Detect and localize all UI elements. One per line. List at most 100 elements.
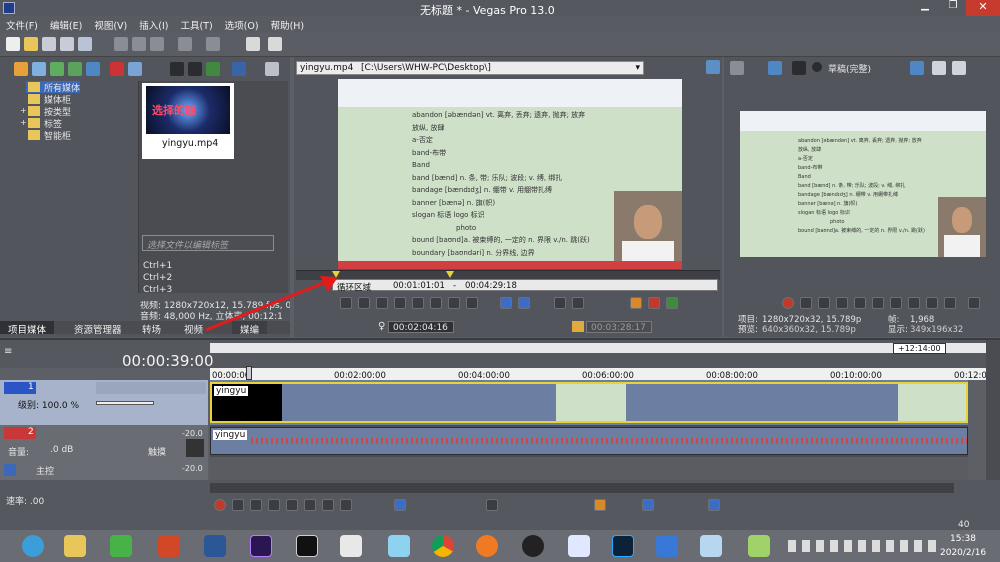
save-as-icon[interactable] bbox=[60, 37, 74, 51]
go-start-icon[interactable] bbox=[322, 499, 334, 511]
menu-file[interactable]: 文件(F) bbox=[0, 16, 44, 32]
menu-options[interactable]: 选项(O) bbox=[219, 16, 265, 32]
word-icon[interactable] bbox=[204, 535, 226, 557]
go-start-icon[interactable] bbox=[890, 297, 902, 309]
tab-explorer[interactable]: 资源管理器 bbox=[66, 321, 130, 336]
app-icon[interactable] bbox=[700, 535, 722, 557]
fx-icon[interactable] bbox=[792, 61, 806, 75]
auto-ripple-icon[interactable] bbox=[708, 499, 720, 511]
stop-icon[interactable] bbox=[304, 499, 316, 511]
menu-insert[interactable]: 插入(I) bbox=[133, 16, 174, 32]
browser-360-icon[interactable] bbox=[22, 535, 44, 557]
timeline-options-icon[interactable]: ≡ bbox=[4, 346, 12, 357]
expand-icon[interactable]: + bbox=[20, 118, 27, 127]
auto-preview-icon[interactable] bbox=[206, 62, 220, 76]
paste-icon[interactable] bbox=[150, 37, 164, 51]
cut-icon[interactable] bbox=[114, 37, 128, 51]
overwrite-icon[interactable] bbox=[518, 297, 530, 309]
copy-icon[interactable] bbox=[132, 37, 146, 51]
play-icon[interactable] bbox=[376, 297, 388, 309]
loop-icon[interactable] bbox=[232, 499, 244, 511]
normal-edit-tool-icon[interactable] bbox=[394, 499, 406, 511]
media-item[interactable]: 选择的题 yingyu.mp4 bbox=[142, 83, 234, 159]
play-icon[interactable] bbox=[170, 62, 184, 76]
pause-icon[interactable] bbox=[394, 297, 406, 309]
fullscreen-icon[interactable] bbox=[968, 297, 980, 309]
tag-input[interactable]: 选择文件以编辑标签 bbox=[142, 235, 274, 251]
trimmer-file-dropdown[interactable]: yingyu.mp4 [C:\Users\WHW-PC\Desktop\] ▾ bbox=[296, 61, 644, 75]
render-icon[interactable] bbox=[78, 37, 92, 51]
expand-icon[interactable]: + bbox=[20, 106, 27, 115]
pause-icon[interactable] bbox=[286, 499, 298, 511]
wps-icon[interactable] bbox=[656, 535, 678, 557]
open-folder-icon[interactable] bbox=[24, 37, 38, 51]
redo-icon[interactable] bbox=[206, 37, 220, 51]
add-to-timeline-icon[interactable] bbox=[500, 297, 512, 309]
marker-icon[interactable] bbox=[630, 297, 642, 309]
stop-icon[interactable] bbox=[188, 62, 202, 76]
undo-icon[interactable] bbox=[178, 37, 192, 51]
tree-item-smart-bins[interactable]: 智能柜 bbox=[26, 129, 71, 142]
save-snapshot-icon[interactable] bbox=[952, 61, 966, 75]
tab-transitions[interactable]: 转场 bbox=[134, 321, 169, 336]
feishu-icon[interactable] bbox=[568, 535, 590, 557]
chrome-icon[interactable] bbox=[432, 535, 454, 557]
get-media-icon[interactable] bbox=[50, 62, 64, 76]
play-from-start-icon[interactable] bbox=[818, 297, 830, 309]
media-fx-icon[interactable] bbox=[128, 62, 142, 76]
premiere-icon[interactable] bbox=[250, 535, 272, 557]
import-icon[interactable] bbox=[14, 62, 28, 76]
tree-item-all-media[interactable]: 所有媒体 bbox=[26, 81, 81, 94]
audio-event-clip[interactable]: yingyu bbox=[210, 427, 968, 455]
tab-project-media[interactable]: 项目媒体 bbox=[0, 321, 55, 336]
copy-snapshot-icon[interactable] bbox=[932, 61, 946, 75]
qq-app-icon[interactable] bbox=[388, 535, 410, 557]
menu-help[interactable]: 帮助(H) bbox=[265, 16, 311, 32]
new-file-icon[interactable] bbox=[6, 37, 20, 51]
mark-out-icon[interactable] bbox=[572, 297, 584, 309]
quality-dropdown[interactable]: 草稿(完整) bbox=[812, 61, 902, 75]
go-end-icon[interactable] bbox=[466, 297, 478, 309]
playhead-icon[interactable] bbox=[246, 366, 252, 380]
cd-marker-icon[interactable] bbox=[666, 297, 678, 309]
powerpoint-icon[interactable] bbox=[158, 535, 180, 557]
next-frame-icon[interactable] bbox=[448, 297, 460, 309]
minimize-button[interactable]: ▁ bbox=[912, 0, 938, 16]
snapping-icon[interactable] bbox=[642, 499, 654, 511]
views-icon[interactable] bbox=[232, 62, 246, 76]
prev-frame-icon[interactable] bbox=[430, 297, 442, 309]
play-from-start-icon[interactable] bbox=[250, 499, 262, 511]
wechat-icon[interactable] bbox=[110, 535, 132, 557]
loop-icon[interactable] bbox=[800, 297, 812, 309]
record-icon[interactable] bbox=[214, 499, 226, 511]
loop-end-marker-icon[interactable] bbox=[446, 271, 454, 278]
menu-edit[interactable]: 编辑(E) bbox=[44, 16, 88, 32]
stop-icon[interactable] bbox=[872, 297, 884, 309]
firefox-icon[interactable] bbox=[476, 535, 498, 557]
qq-icon[interactable] bbox=[522, 535, 544, 557]
timeline-marker-bar[interactable] bbox=[210, 343, 986, 353]
trimmer-length-field[interactable]: 00:03:28:17 bbox=[586, 321, 652, 333]
menu-view[interactable]: 视图(V) bbox=[88, 16, 133, 32]
pause-icon[interactable] bbox=[854, 297, 866, 309]
track-icons[interactable] bbox=[96, 382, 206, 394]
delete-icon[interactable] bbox=[486, 499, 498, 511]
timeline-hscroll[interactable] bbox=[210, 483, 954, 493]
refresh-icon[interactable] bbox=[68, 62, 82, 76]
search-media-icon[interactable] bbox=[86, 62, 100, 76]
play-icon[interactable] bbox=[268, 499, 280, 511]
trimmer-position-field[interactable]: 00:02:04:16 bbox=[388, 321, 454, 333]
tree-item-bins[interactable]: 媒体柜 bbox=[26, 93, 71, 106]
stop-icon[interactable] bbox=[412, 297, 424, 309]
search-icon[interactable] bbox=[265, 62, 279, 76]
timeline-ruler[interactable]: 00:00:00 00:02:00:00 00:04:00:00 00:06:0… bbox=[210, 368, 992, 381]
play-icon[interactable] bbox=[836, 297, 848, 309]
file-explorer-icon[interactable] bbox=[64, 535, 86, 557]
remove-icon[interactable] bbox=[110, 62, 124, 76]
level-slider[interactable] bbox=[96, 401, 154, 405]
play-from-start-icon[interactable] bbox=[358, 297, 370, 309]
restore-button[interactable]: ❐ bbox=[940, 0, 966, 16]
overlays-icon[interactable] bbox=[910, 61, 924, 75]
region-icon[interactable] bbox=[648, 297, 660, 309]
mark-in-icon[interactable] bbox=[554, 297, 566, 309]
